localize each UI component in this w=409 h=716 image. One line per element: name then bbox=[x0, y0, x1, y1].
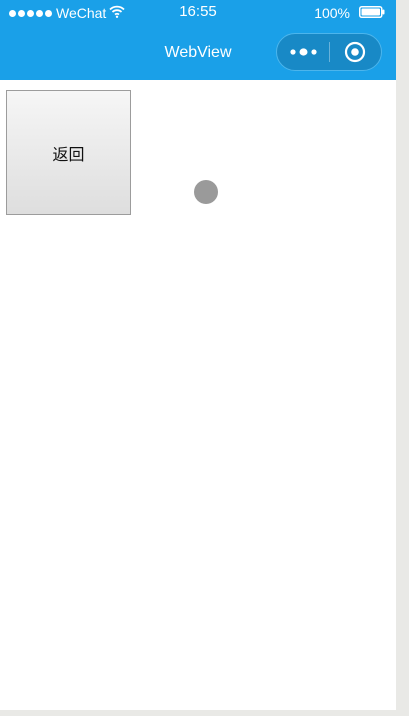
back-button[interactable]: 返回 bbox=[6, 90, 131, 215]
more-dots-icon bbox=[290, 48, 317, 56]
nav-bar: WebView bbox=[0, 26, 396, 80]
back-button-label: 返回 bbox=[52, 146, 85, 164]
battery-percent: 100% bbox=[314, 5, 350, 21]
close-button[interactable] bbox=[330, 34, 382, 70]
battery-icon bbox=[359, 6, 385, 18]
loading-indicator bbox=[194, 180, 218, 204]
phone-screen: WeChat 16:55 100% WebView 返回 bbox=[0, 0, 396, 710]
menu-capsule bbox=[276, 33, 382, 71]
target-icon bbox=[344, 41, 366, 63]
more-button[interactable] bbox=[277, 34, 330, 70]
status-bar: WeChat 16:55 100% bbox=[0, 0, 396, 26]
